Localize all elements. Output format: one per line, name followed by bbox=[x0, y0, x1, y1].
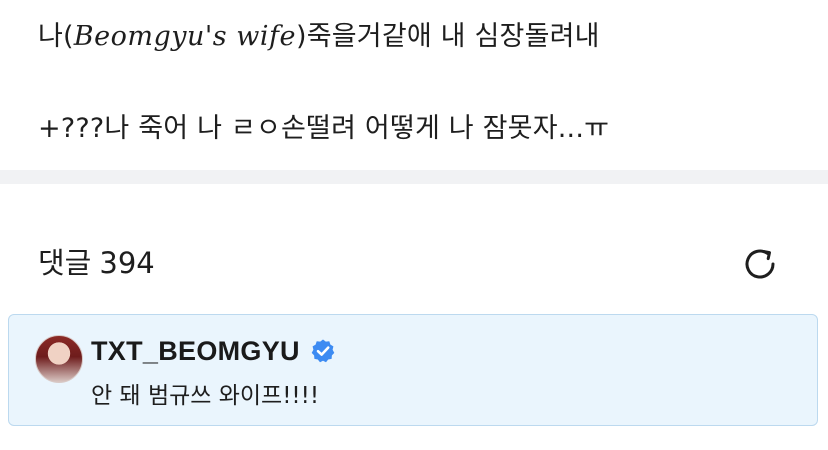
comment-text: 안 돼 범규쓰 와이프!!!! bbox=[91, 383, 320, 409]
post-line-1-math: Beomgyu's wife bbox=[73, 21, 296, 52]
comments-header: 댓글 394 bbox=[0, 184, 828, 310]
comment-author-row: TXT_BEOMGYU bbox=[91, 335, 336, 367]
section-divider bbox=[0, 170, 828, 184]
post-body: 나(Beomgyu's wife)죽을거같애 내 심장돌려내 +???나 죽어 … bbox=[0, 0, 828, 170]
refresh-button[interactable] bbox=[738, 242, 782, 286]
avatar[interactable] bbox=[35, 335, 83, 383]
post-line-1-prefix: 나( bbox=[38, 21, 74, 52]
comments-title: 댓글 394 bbox=[38, 246, 155, 280]
comment-author-name[interactable]: TXT_BEOMGYU bbox=[91, 336, 300, 367]
post-line-1: 나(Beomgyu's wife)죽을거같애 내 심장돌려내 bbox=[38, 20, 600, 54]
comments-label: 댓글 bbox=[38, 246, 92, 280]
post-line-2: +???나 죽어 나 ㄹㅇ손떨려 어떻게 나 잠못자...ㅠ bbox=[38, 113, 610, 144]
comment-card[interactable]: TXT_BEOMGYU 안 돼 범규쓰 와이프!!!! bbox=[8, 314, 818, 426]
refresh-icon bbox=[745, 249, 775, 279]
verified-badge-icon bbox=[311, 339, 335, 363]
post-line-1-suffix: )죽을거같애 내 심장돌려내 bbox=[295, 21, 600, 52]
comments-count: 394 bbox=[99, 246, 155, 280]
